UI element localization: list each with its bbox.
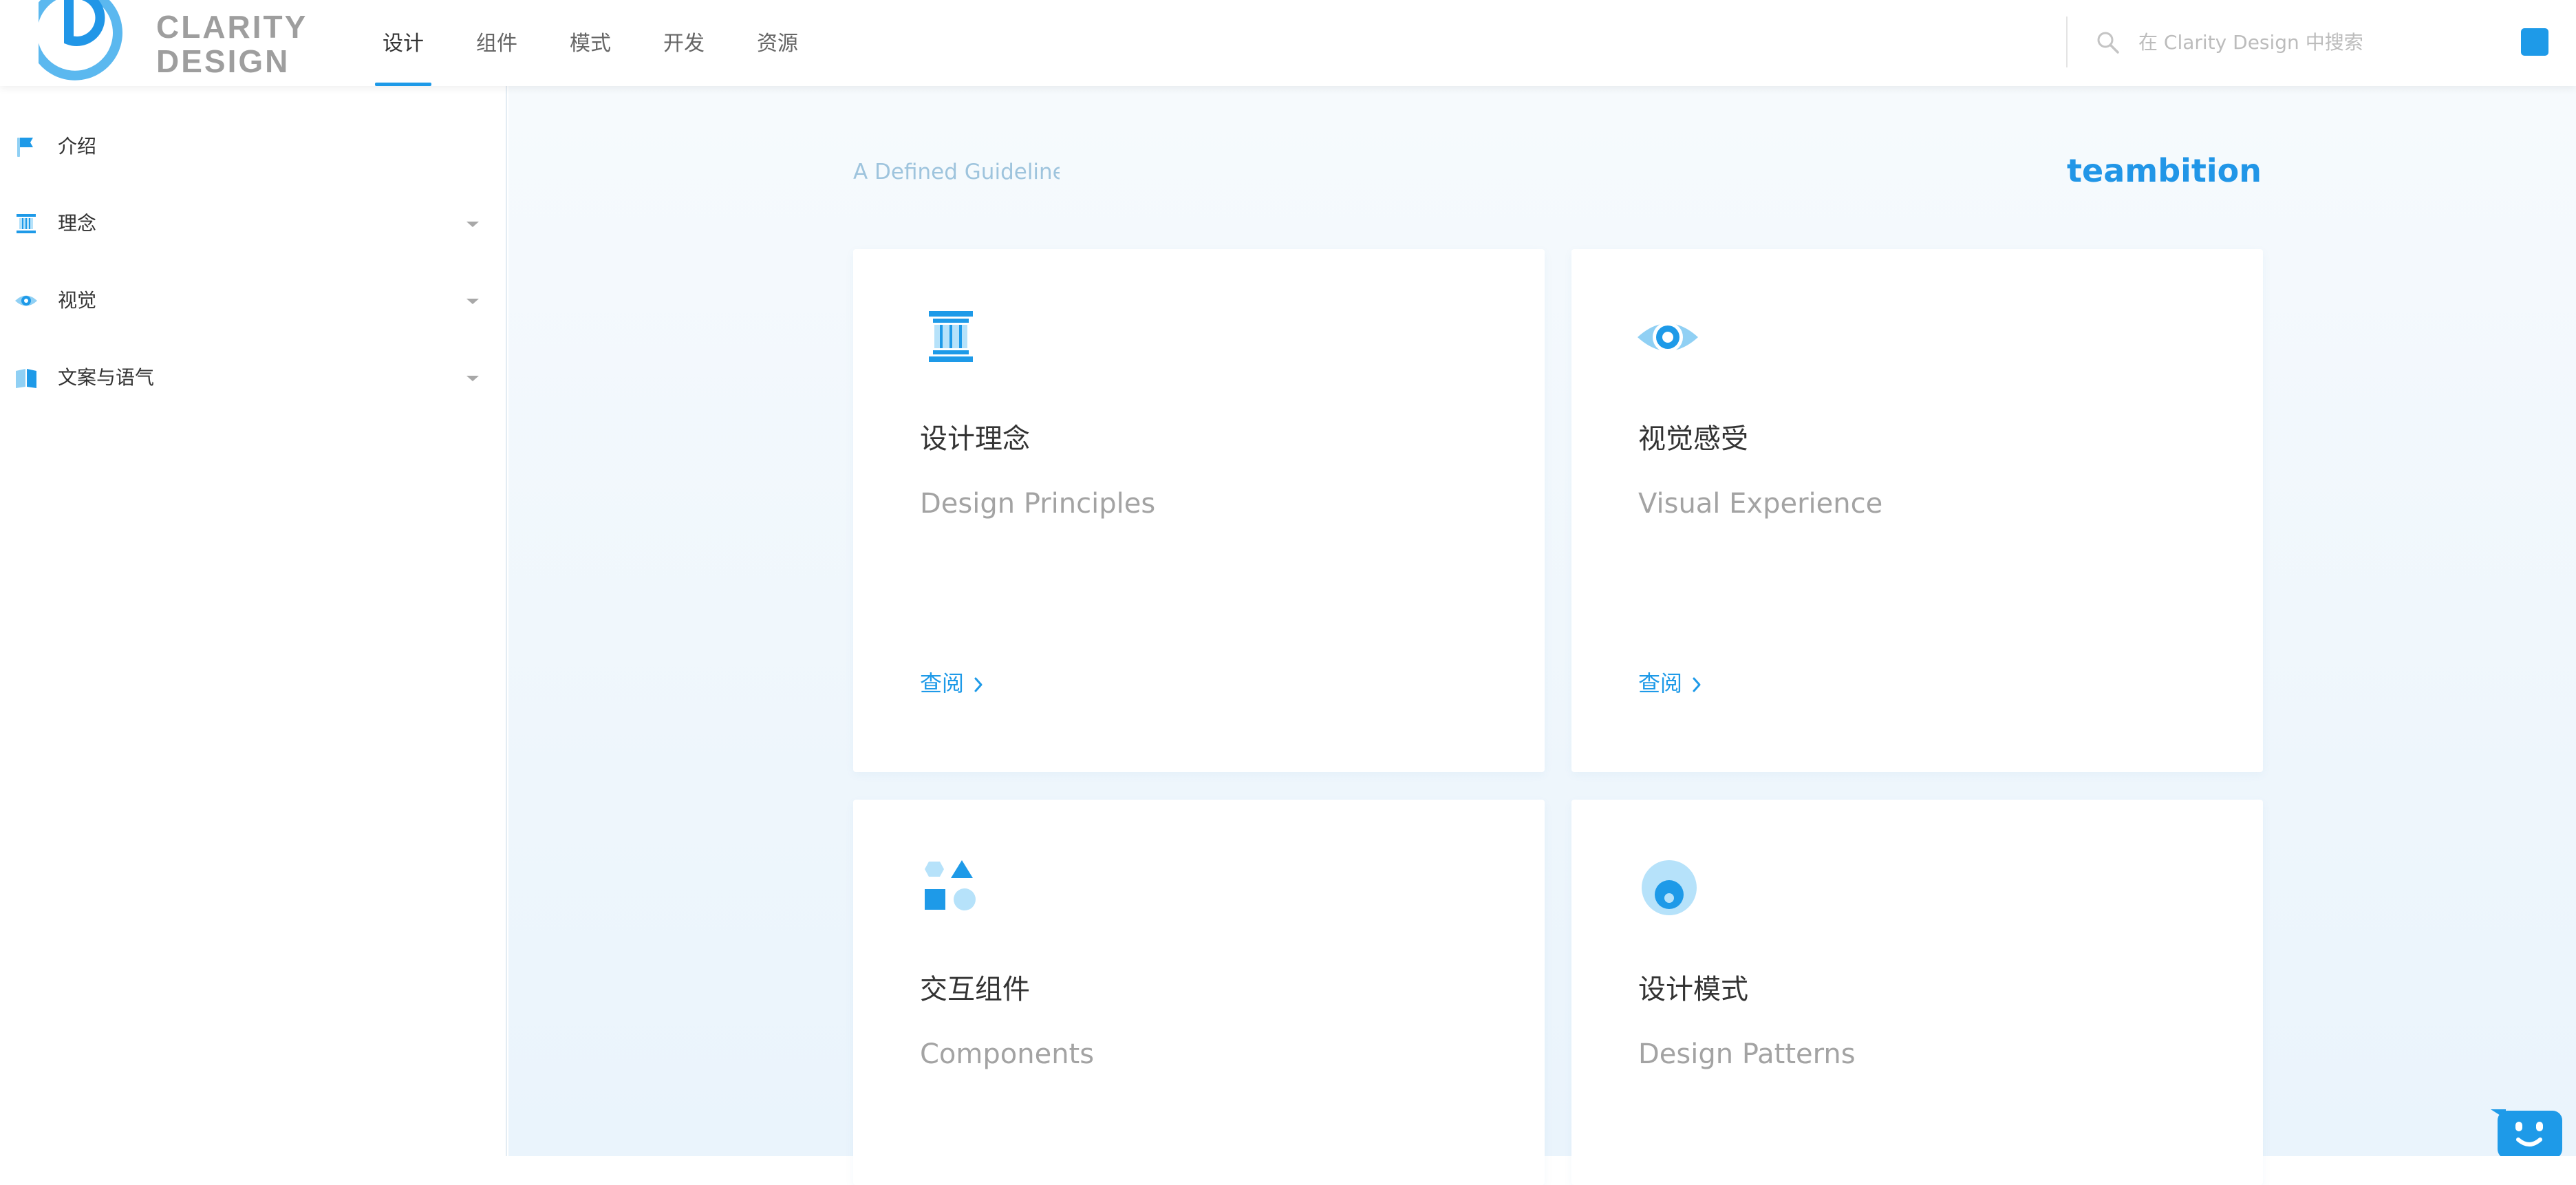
card-design-principles[interactable]: 设计理念 Design Principles 查阅 xyxy=(853,249,1545,772)
search-input[interactable] xyxy=(2138,21,2496,63)
nav-tab-patterns[interactable]: 模式 xyxy=(556,0,625,86)
chevron-down-icon[interactable] xyxy=(465,220,480,229)
card-title: 视觉感受 xyxy=(1638,423,1748,455)
view-link[interactable]: 查阅 xyxy=(1638,666,1702,701)
nav-tab-design[interactable]: 设计 xyxy=(369,0,438,86)
sidebar-item-intro[interactable]: 介绍 xyxy=(0,112,506,181)
tagline: A Defined Guideline xyxy=(853,160,1060,184)
view-link[interactable]: 查阅 xyxy=(920,666,983,701)
sidebar-item-principles[interactable]: 理念 xyxy=(0,189,506,258)
logo-line-2: DESIGN xyxy=(156,43,290,79)
sidebar-item-copywriting[interactable]: 文案与语气 xyxy=(0,343,506,412)
card-subtitle: Visual Experience xyxy=(1638,488,1883,520)
search-icon xyxy=(2097,32,2119,54)
chevron-right-icon xyxy=(1693,677,1701,692)
sidebar-item-visual[interactable]: 视觉 xyxy=(0,266,506,335)
pillar-icon xyxy=(929,311,973,362)
clarity-logo-icon xyxy=(39,0,122,81)
logo-wordmark: CLARITY DESIGN xyxy=(156,10,308,78)
flag-icon xyxy=(17,138,33,157)
sidebar-item-label: 介绍 xyxy=(58,135,97,158)
view-link-label: 查阅 xyxy=(920,670,965,696)
nav-tab-components[interactable]: 组件 xyxy=(462,0,531,86)
clarity-design-logo[interactable]: CLARITY DESIGN xyxy=(39,0,305,86)
card-subtitle: Design Patterns xyxy=(1638,1038,1856,1070)
shapes-icon xyxy=(925,860,976,910)
card-subtitle: Components xyxy=(920,1038,1095,1070)
logo-line-1: CLARITY xyxy=(156,9,308,45)
sidebar-item-label: 理念 xyxy=(58,212,97,235)
chat-bot-icon[interactable] xyxy=(2491,1109,2562,1156)
sidebar-item-label: 文案与语气 xyxy=(58,366,155,389)
card-title: 交互组件 xyxy=(920,974,1030,1005)
teambition-brand-logo[interactable]: teambition xyxy=(1981,149,2262,192)
book-icon xyxy=(16,369,36,388)
view-link-label: 查阅 xyxy=(1638,670,1683,696)
sidebar-item-label: 视觉 xyxy=(58,289,97,312)
user-menu-icon[interactable] xyxy=(2521,28,2548,56)
sidebar: 介绍 理念 视觉 文案与语气 xyxy=(0,86,507,1156)
header-divider xyxy=(2066,17,2068,67)
card-title: 设计理念 xyxy=(920,423,1030,455)
nav-tab-develop[interactable]: 开发 xyxy=(650,0,718,86)
card-components[interactable]: 交互组件 Components xyxy=(853,800,1545,1185)
main-content: A Defined Guideline teambition 设计理念 Desi… xyxy=(508,86,2576,1185)
chevron-down-icon[interactable] xyxy=(465,297,480,306)
card-title: 设计模式 xyxy=(1638,974,1748,1005)
top-navigation-bar: CLARITY DESIGN 设计 组件 模式 开发 资源 xyxy=(0,0,2576,86)
search-box[interactable] xyxy=(2092,21,2504,63)
nav-tab-resources[interactable]: 资源 xyxy=(743,0,812,86)
chevron-right-icon xyxy=(974,677,983,692)
pattern-icon xyxy=(1642,860,1697,915)
pillar-icon xyxy=(17,214,36,233)
chevron-down-icon[interactable] xyxy=(465,374,480,383)
eye-icon xyxy=(15,295,37,306)
eye-icon xyxy=(1638,322,1698,352)
card-visual-experience[interactable]: 视觉感受 Visual Experience 查阅 xyxy=(1571,249,2263,772)
card-design-patterns[interactable]: 设计模式 Design Patterns xyxy=(1571,800,2263,1185)
card-subtitle: Design Principles xyxy=(920,488,1156,520)
